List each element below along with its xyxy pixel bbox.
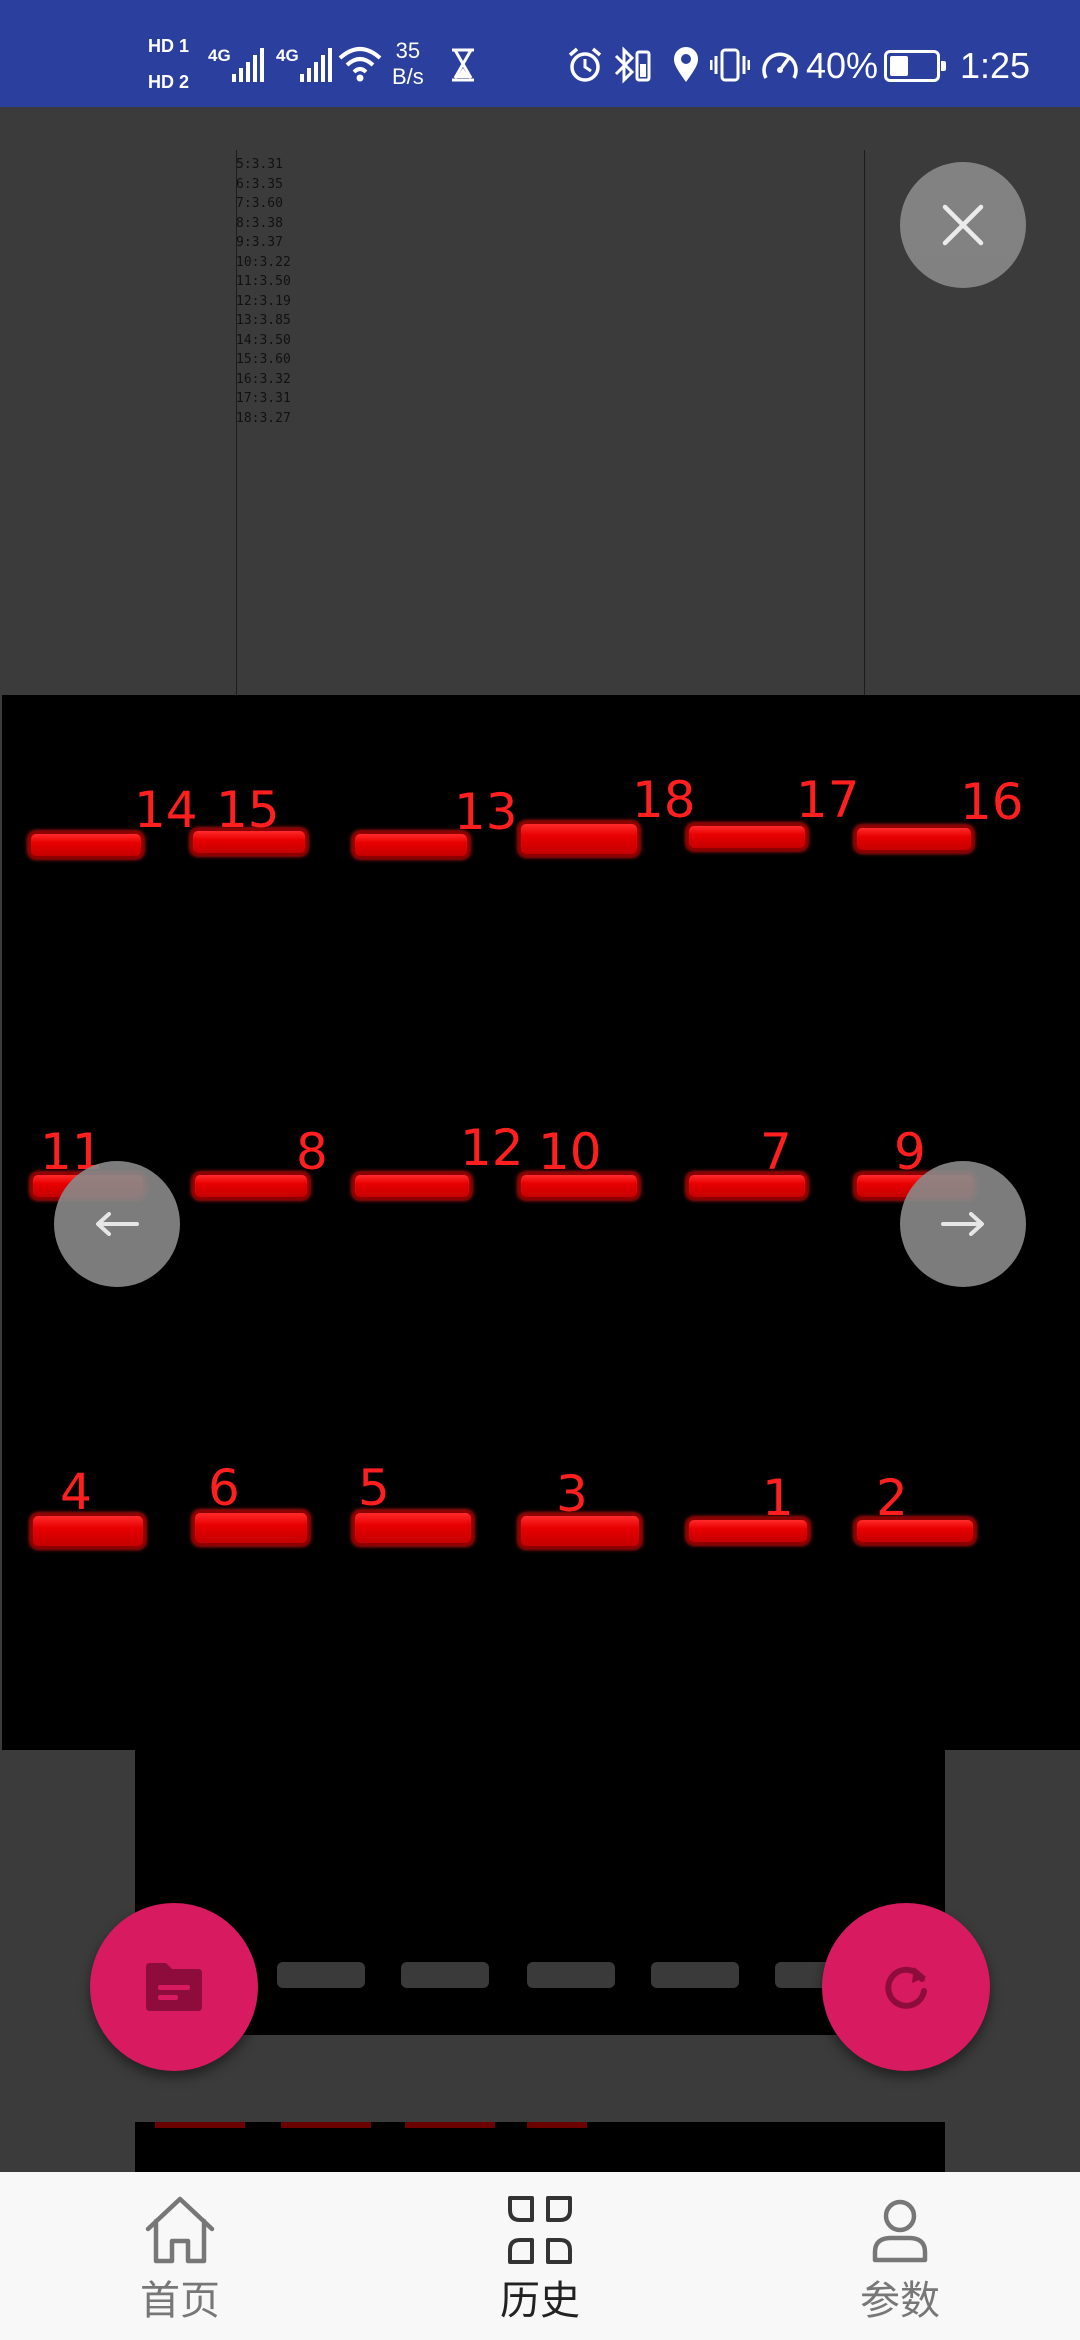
bluetooth-icon bbox=[612, 46, 652, 89]
nav-history[interactable]: 历史 bbox=[360, 2172, 720, 2340]
result-line: 9:3.37 bbox=[236, 235, 283, 250]
refresh-button[interactable] bbox=[822, 1903, 990, 2071]
result-line: 14:3.50 bbox=[236, 332, 291, 348]
result-line: 11:3.50 bbox=[236, 274, 291, 289]
result-line: 18:3.27 bbox=[236, 410, 291, 426]
nav-params-label: 参数 bbox=[860, 2278, 940, 2324]
lane-label-3: 3 bbox=[556, 1465, 588, 1523]
refresh-icon bbox=[885, 1966, 927, 2009]
gel-band bbox=[28, 831, 144, 859]
arrow-left-icon bbox=[96, 1212, 139, 1236]
history-grid-icon bbox=[500, 2194, 580, 2266]
gel-band bbox=[854, 825, 974, 853]
gel-band bbox=[281, 2122, 371, 2128]
lane-label-18: 18 bbox=[632, 771, 696, 829]
sim1-indicator: HD 1 bbox=[148, 36, 190, 56]
speed-unit: B/s bbox=[392, 64, 424, 89]
result-line: 6:3.35 bbox=[236, 176, 283, 192]
bottom-navigation: 首页 历史 参数 bbox=[0, 2172, 1080, 2340]
lane-label-9: 9 bbox=[894, 1123, 926, 1181]
nav-home-label: 首页 bbox=[140, 2278, 220, 2324]
lane-label-14: 14 bbox=[134, 781, 198, 839]
gel-band bbox=[405, 2122, 495, 2128]
lane-label-5: 5 bbox=[358, 1459, 390, 1517]
gel-band bbox=[352, 1172, 472, 1200]
network-speed: 35 B/s bbox=[392, 38, 424, 90]
previous-image-button[interactable] bbox=[54, 1161, 180, 1287]
result-line: 5:3.31 bbox=[236, 157, 283, 172]
result-line: 7:3.60 bbox=[236, 196, 283, 211]
gel-band bbox=[192, 1172, 310, 1200]
results-list: 5:3.31 6:3.35 7:3.60 8:3.38 9:3.37 10:3.22 11:… bbox=[236, 155, 291, 428]
network-type-1: 4G bbox=[208, 46, 231, 65]
lane-label-1: 1 bbox=[762, 1469, 794, 1527]
wifi-icon bbox=[338, 44, 382, 89]
lane-label-6: 6 bbox=[208, 1459, 240, 1517]
result-line: 13:3.85 bbox=[236, 313, 291, 328]
lane-label-16: 16 bbox=[960, 773, 1024, 831]
battery-fill bbox=[890, 56, 908, 76]
lane-label-10: 10 bbox=[538, 1123, 602, 1181]
result-line: 17:3.31 bbox=[236, 391, 291, 406]
lane-label-17: 17 bbox=[796, 771, 860, 829]
image-border-right bbox=[864, 150, 865, 695]
lane-label-8: 8 bbox=[296, 1123, 328, 1181]
gel-band bbox=[352, 831, 470, 859]
result-line: 10:3.22 bbox=[236, 254, 291, 270]
next-gel-image-strip bbox=[135, 2122, 945, 2172]
result-line: 16:3.32 bbox=[236, 371, 291, 387]
signal-strength-icon bbox=[300, 46, 332, 82]
nav-params[interactable]: 参数 bbox=[720, 2172, 1080, 2340]
gel-band bbox=[686, 823, 808, 851]
gel-band bbox=[651, 1962, 739, 1988]
clock: 1:25 bbox=[960, 45, 1031, 86]
result-line: 8:3.38 bbox=[236, 215, 283, 231]
lane-label-15: 15 bbox=[216, 781, 280, 839]
result-line: 15:3.60 bbox=[236, 352, 291, 367]
location-icon bbox=[672, 46, 700, 89]
home-icon bbox=[140, 2194, 220, 2266]
close-button[interactable] bbox=[900, 162, 1026, 288]
close-icon bbox=[942, 204, 984, 246]
open-folder-button[interactable] bbox=[90, 1903, 258, 2071]
arrow-right-icon bbox=[941, 1212, 984, 1236]
gel-band bbox=[527, 2122, 587, 2128]
speed-icon bbox=[760, 46, 800, 89]
signal-strength-icon bbox=[232, 46, 264, 82]
lane-label-4: 4 bbox=[60, 1463, 92, 1521]
lane-label-12: 12 bbox=[460, 1119, 524, 1177]
gel-band bbox=[854, 1517, 976, 1545]
hourglass-icon bbox=[450, 48, 476, 87]
nav-history-label: 历史 bbox=[500, 2278, 580, 2324]
lane-label-7: 7 bbox=[760, 1123, 792, 1181]
vibrate-icon bbox=[709, 46, 751, 89]
alarm-icon bbox=[566, 46, 604, 89]
gel-band bbox=[401, 1962, 489, 1988]
result-line: 12:3.19 bbox=[236, 293, 291, 309]
battery-percent: 40% bbox=[806, 45, 879, 86]
status-bar: HD 1 HD 2 4G 4G 35 B/s 40% 1:25 bbox=[0, 0, 1080, 107]
battery-icon bbox=[884, 50, 946, 82]
lane-label-13: 13 bbox=[454, 783, 518, 841]
gel-band bbox=[277, 1962, 365, 1988]
lane-label-2: 2 bbox=[876, 1469, 908, 1527]
nav-home[interactable]: 首页 bbox=[0, 2172, 360, 2340]
gel-band bbox=[527, 1962, 615, 1988]
person-icon bbox=[860, 2194, 940, 2266]
network-type-2: 4G bbox=[276, 46, 299, 65]
sim2-indicator: HD 2 bbox=[148, 72, 190, 92]
folder-icon bbox=[146, 1963, 202, 2011]
gel-band bbox=[518, 821, 640, 857]
next-image-button[interactable] bbox=[900, 1161, 1026, 1287]
gel-band bbox=[155, 2122, 245, 2128]
speed-value: 35 bbox=[395, 38, 421, 63]
